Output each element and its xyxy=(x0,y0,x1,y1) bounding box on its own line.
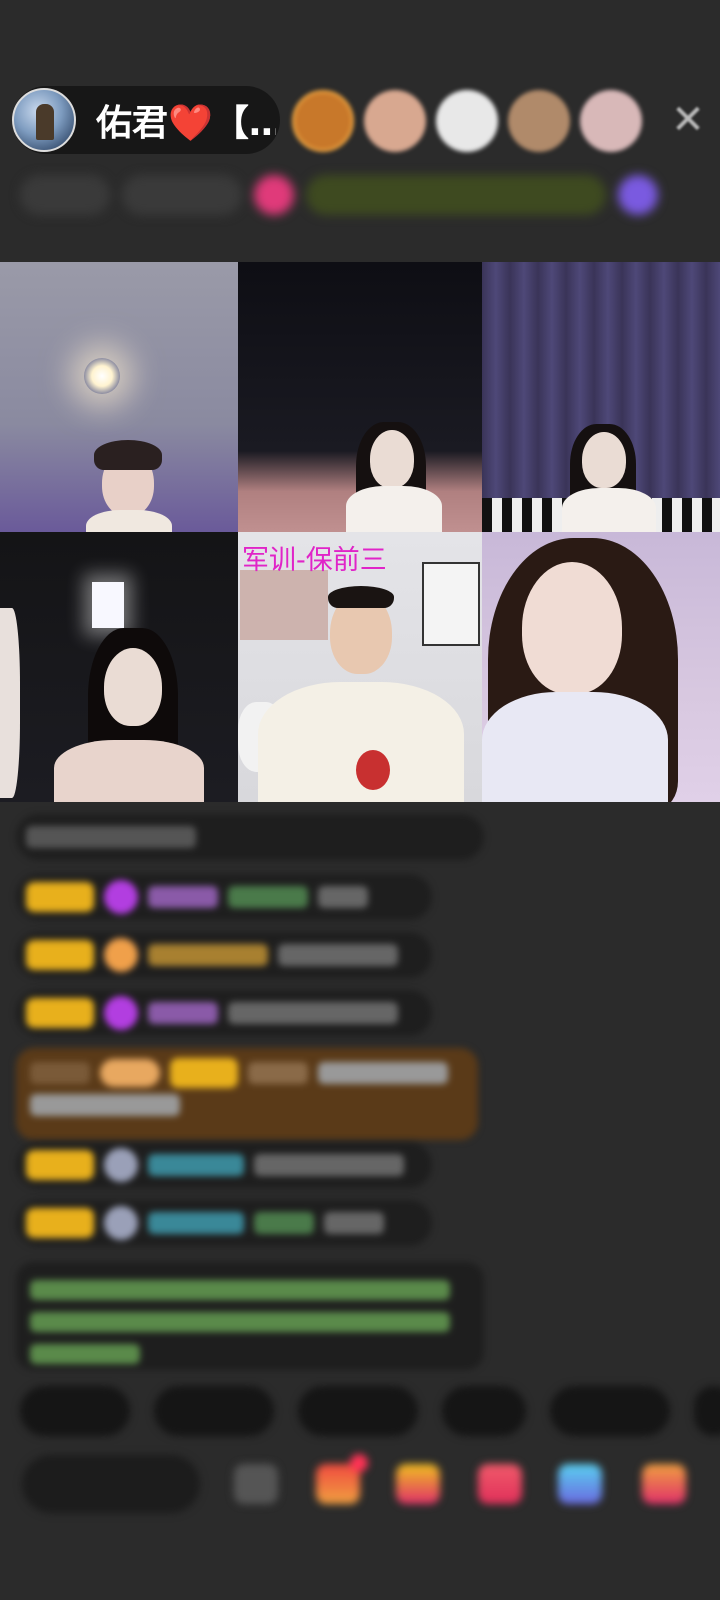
quick-reply-chip[interactable] xyxy=(20,1386,130,1436)
co-host-video-grid: 军训-保前三 xyxy=(0,262,720,802)
live-pk-icon[interactable] xyxy=(254,175,294,215)
fan-gem-icon xyxy=(104,1206,138,1240)
video-tile-5[interactable]: 军训-保前三 xyxy=(238,532,482,802)
activity-banner[interactable] xyxy=(306,175,606,215)
viewer-avatar-4[interactable] xyxy=(508,90,570,152)
level-badge xyxy=(26,882,94,912)
viewer-avatar-2[interactable] xyxy=(364,90,426,152)
chat-username[interactable] xyxy=(148,1212,244,1234)
quick-reply-chip[interactable] xyxy=(154,1386,274,1436)
bottom-action-bar xyxy=(22,1452,712,1516)
video-tile-4[interactable] xyxy=(0,532,238,802)
chat-message[interactable] xyxy=(16,874,432,920)
quick-reply-chip[interactable] xyxy=(442,1386,526,1436)
fan-gem-icon xyxy=(104,938,138,972)
video-tile-6[interactable] xyxy=(482,532,720,802)
chat-message[interactable] xyxy=(16,1142,432,1188)
close-icon[interactable]: ✕ xyxy=(668,100,708,140)
system-notice xyxy=(16,1262,484,1370)
quick-reply-chip[interactable] xyxy=(694,1386,720,1436)
level-badge xyxy=(26,1150,94,1180)
event-icon[interactable] xyxy=(618,175,658,215)
chat-username[interactable] xyxy=(148,1154,244,1176)
chat-message[interactable] xyxy=(16,814,484,860)
top-viewers-list xyxy=(292,90,642,152)
stream-info-row xyxy=(20,172,700,218)
heart-gift-icon[interactable] xyxy=(478,1464,522,1504)
video-tile-3[interactable] xyxy=(482,262,720,532)
quick-reply-chip[interactable] xyxy=(298,1386,418,1436)
host-info-pill[interactable]: 佑君❤️【… xyxy=(12,86,280,154)
notification-dot xyxy=(350,1454,368,1472)
level-badge xyxy=(26,940,94,970)
popularity-chip[interactable] xyxy=(122,175,242,215)
video-tile-1[interactable] xyxy=(0,262,238,532)
level-badge xyxy=(26,998,94,1028)
comment-input[interactable] xyxy=(22,1455,200,1513)
chat-username[interactable] xyxy=(148,886,218,908)
chat-message[interactable] xyxy=(16,990,432,1036)
level-badge xyxy=(26,1208,94,1238)
video-tile-2[interactable] xyxy=(238,262,482,532)
fan-gem-icon xyxy=(104,1148,138,1182)
viewer-avatar-1[interactable] xyxy=(292,90,354,152)
host-avatar[interactable] xyxy=(12,88,76,152)
fan-gem-icon xyxy=(104,880,138,914)
chat-message[interactable] xyxy=(16,1200,432,1246)
chat-username[interactable] xyxy=(148,944,268,966)
fan-gem-icon xyxy=(104,996,138,1030)
treasure-icon[interactable] xyxy=(396,1464,440,1504)
host-name: 佑君❤️【… xyxy=(96,103,276,144)
game-icon[interactable] xyxy=(558,1464,602,1504)
tile-label: 军训-保前三 xyxy=(242,545,387,576)
viewer-avatar-3[interactable] xyxy=(436,90,498,152)
ring-light xyxy=(84,358,120,394)
chat-message[interactable] xyxy=(16,932,432,978)
quick-reply-chip[interactable] xyxy=(550,1386,670,1436)
highlight-message[interactable] xyxy=(16,1048,478,1140)
chat-username[interactable] xyxy=(148,1002,218,1024)
more-gift-icon[interactable] xyxy=(642,1464,686,1504)
viewer-avatar-5[interactable] xyxy=(580,90,642,152)
rank-chip[interactable] xyxy=(20,175,110,215)
quick-reply-row xyxy=(20,1386,720,1436)
emoji-icon[interactable] xyxy=(234,1464,278,1504)
